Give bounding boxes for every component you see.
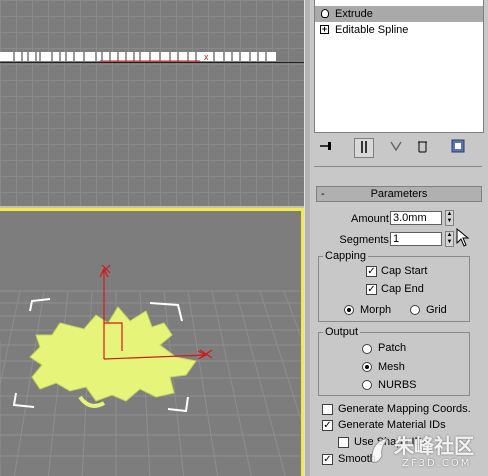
use-shape-ids-checkbox[interactable] [338, 437, 349, 448]
command-panel: Extrude + Editable Spline - Parameters A… [310, 0, 488, 476]
nurbs-radio[interactable] [362, 380, 372, 390]
remove-modifier-icon[interactable] [412, 138, 432, 158]
stack-item-label: Extrude [335, 8, 373, 20]
axis-marker-x: x [204, 52, 209, 62]
patch-radio[interactable] [362, 344, 372, 354]
morph-radio[interactable] [344, 305, 354, 315]
watermark-logo-icon [371, 437, 390, 463]
plus-expander-icon[interactable]: + [320, 25, 329, 34]
capping-title: Capping [323, 250, 368, 262]
segments-input[interactable]: 1 [390, 232, 442, 246]
stack-item-extrude[interactable]: Extrude [315, 6, 483, 22]
amount-input[interactable]: 3.0mm [390, 211, 442, 225]
segments-label: Segments: [339, 234, 392, 246]
mouse-cursor-icon [456, 228, 470, 247]
rollout-title: Parameters [370, 188, 428, 200]
panel-divider [314, 166, 482, 167]
grid-label: Grid [426, 304, 447, 316]
grid-radio[interactable] [410, 305, 420, 315]
output-title: Output [323, 326, 361, 338]
modifier-stack-toolbar [310, 136, 488, 160]
pin-stack-icon[interactable] [316, 138, 336, 158]
cap-start-label: Cap Start [381, 265, 428, 277]
cap-end-checkbox[interactable]: ✓ [366, 284, 377, 295]
collapse-icon: - [321, 188, 325, 200]
stack-item-editable-spline[interactable]: + Editable Spline [315, 22, 483, 38]
segments-spinner[interactable]: ▲ ▼ [445, 231, 454, 247]
lightbulb-icon[interactable] [321, 9, 329, 18]
transform-gizmo [99, 264, 213, 360]
stack-item-label: Editable Spline [335, 24, 409, 36]
mesh-label: Mesh [378, 361, 405, 373]
watermark-text: 朱峰社区 [394, 434, 474, 458]
show-end-result-icon[interactable] [354, 138, 374, 158]
watermark-subtext: ZF3D.COM [402, 458, 472, 469]
configure-sets-icon[interactable] [448, 138, 468, 158]
amount-spinner[interactable]: ▲ ▼ [445, 210, 454, 226]
generate-mapping-checkbox[interactable] [322, 404, 333, 415]
patch-label: Patch [378, 342, 407, 354]
cap-start-checkbox[interactable]: ✓ [366, 266, 377, 277]
flat-spline-top-view [0, 52, 276, 62]
perspective-viewport[interactable] [0, 208, 304, 476]
modifier-stack-list[interactable]: Extrude + Editable Spline [314, 0, 484, 133]
nurbs-label: NURBS [378, 379, 417, 391]
cap-end-label: Cap End [381, 283, 424, 295]
watermark: 朱峰社区 ZF3D.COM [368, 430, 486, 474]
viewport-grid [0, 0, 304, 206]
smooth-checkbox[interactable]: ✓ [322, 454, 333, 465]
morph-label: Morph [360, 304, 392, 316]
amount-label: Amount: [351, 213, 392, 225]
parameters-rollout-header[interactable]: - Parameters [316, 186, 482, 202]
amount-row: Amount: 3.0mm ▲ ▼ [310, 210, 488, 228]
top-viewport[interactable]: x [0, 0, 304, 206]
generate-mapping-label: Generate Mapping Coords. [338, 403, 471, 415]
mesh-radio[interactable] [362, 362, 372, 372]
generate-material-ids-checkbox[interactable]: ✓ [322, 420, 333, 431]
make-unique-icon[interactable] [386, 138, 406, 158]
